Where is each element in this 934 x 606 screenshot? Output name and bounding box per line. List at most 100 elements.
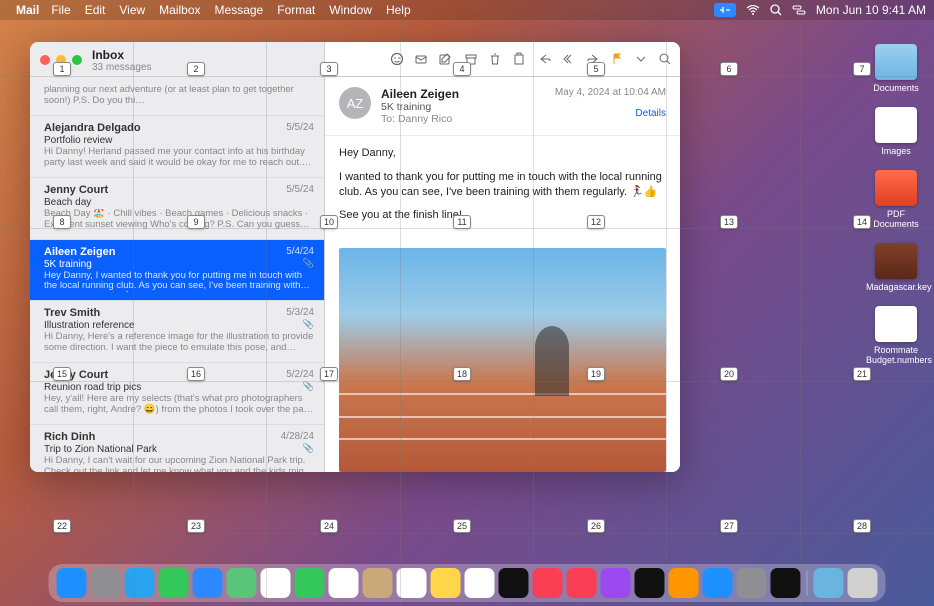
dock-settings-icon[interactable] bbox=[737, 568, 767, 598]
dock-news-icon[interactable] bbox=[567, 568, 597, 598]
menu-item-format[interactable]: Format bbox=[277, 3, 315, 17]
dock-facetime-icon[interactable] bbox=[295, 568, 325, 598]
message-row[interactable]: Rich Dinh4/28/24📎Trip to Zion National P… bbox=[30, 425, 324, 472]
attachment-icon: 📎 bbox=[303, 443, 314, 454]
dock-iphone-icon[interactable] bbox=[771, 568, 801, 598]
message-attachment-image[interactable] bbox=[339, 248, 666, 472]
dock-freeform-icon[interactable] bbox=[465, 568, 495, 598]
desktop-icon-madagascar-key[interactable]: Madagascar.key bbox=[866, 243, 926, 292]
dock-calendar-icon[interactable] bbox=[329, 568, 359, 598]
dock-launchpad-icon[interactable] bbox=[91, 568, 121, 598]
app-name[interactable]: Mail bbox=[16, 3, 39, 17]
dock-tv-icon[interactable] bbox=[499, 568, 529, 598]
search-icon[interactable] bbox=[770, 4, 782, 16]
attachment-icon: 📎 bbox=[303, 258, 314, 269]
search-button[interactable] bbox=[658, 52, 672, 66]
wifi-icon[interactable] bbox=[746, 5, 760, 15]
desktop-icon-images[interactable]: Images bbox=[866, 107, 926, 156]
to-name: Danny Rico bbox=[398, 113, 452, 125]
message-list-pane: Inbox 33 messages planning our next adve… bbox=[30, 42, 325, 472]
desktop-icon-roommate-budget-numbers[interactable]: Roommate Budget.numbers bbox=[866, 306, 926, 365]
message-row[interactable]: planning our next adventure (or at least… bbox=[30, 78, 324, 116]
reader-subject: 5K training bbox=[381, 101, 545, 113]
msg-preview: planning our next adventure (or at least… bbox=[44, 85, 314, 107]
message-body: Hey Danny, I wanted to thank you for putt… bbox=[325, 136, 680, 242]
control-toggles-icon[interactable] bbox=[792, 5, 806, 15]
menu-item-help[interactable]: Help bbox=[386, 3, 411, 17]
desktop-icon-label: Documents bbox=[866, 83, 926, 93]
reader-pane: AZ Aileen Zeigen 5K training To: Danny R… bbox=[325, 42, 680, 472]
desktop-icon-documents[interactable]: Documents bbox=[866, 44, 926, 93]
message-header: AZ Aileen Zeigen 5K training To: Danny R… bbox=[325, 77, 680, 136]
inbox-title: Inbox bbox=[92, 48, 151, 62]
minimize-button[interactable] bbox=[56, 55, 66, 65]
dock-music-icon[interactable] bbox=[533, 568, 563, 598]
close-button[interactable] bbox=[40, 55, 50, 65]
msg-date: 5/5/24 bbox=[286, 122, 314, 133]
message-row[interactable]: Trev Smith5/3/24📎Illustration referenceH… bbox=[30, 301, 324, 363]
message-row[interactable]: Jenny Court5/2/24📎Reunion road trip pics… bbox=[30, 363, 324, 425]
msg-subject: 5K training bbox=[44, 259, 314, 270]
more-button[interactable] bbox=[634, 52, 648, 66]
msg-subject: Portfolio review bbox=[44, 135, 314, 146]
msg-date: 5/3/24 bbox=[286, 307, 314, 318]
dock-mail-icon[interactable] bbox=[193, 568, 223, 598]
attachment-icon: 📎 bbox=[303, 319, 314, 330]
dock-reminders-icon[interactable] bbox=[397, 568, 427, 598]
dock-photos-icon[interactable] bbox=[261, 568, 291, 598]
zoom-button[interactable] bbox=[72, 55, 82, 65]
dock-appstore-icon[interactable] bbox=[703, 568, 733, 598]
reply-button[interactable] bbox=[538, 52, 552, 66]
msg-subject: Beach day bbox=[44, 197, 314, 208]
message-row[interactable]: Aileen Zeigen5/4/24📎5K trainingHey Danny… bbox=[30, 240, 324, 302]
trash-button[interactable] bbox=[488, 52, 502, 66]
dock-podcasts-icon[interactable] bbox=[601, 568, 631, 598]
dock-safari-icon[interactable] bbox=[125, 568, 155, 598]
menu-item-file[interactable]: File bbox=[51, 3, 70, 17]
grid-number-28: 28 bbox=[853, 519, 871, 533]
dock-pages-icon[interactable] bbox=[669, 568, 699, 598]
details-link[interactable]: Details bbox=[555, 108, 666, 119]
body-paragraph: Hey Danny, bbox=[339, 146, 666, 161]
desktop-icon-pdf-documents[interactable]: PDF Documents bbox=[866, 170, 926, 229]
message-row[interactable]: Jenny Court5/5/24Beach dayBeach Day 🏖️ ·… bbox=[30, 178, 324, 240]
flag-button[interactable] bbox=[610, 52, 624, 66]
reply-all-button[interactable] bbox=[562, 52, 576, 66]
dock-stocks-icon[interactable] bbox=[635, 568, 665, 598]
emoji-button[interactable] bbox=[390, 52, 404, 66]
archive-button[interactable] bbox=[464, 52, 478, 66]
to-label: To: bbox=[381, 113, 395, 125]
body-paragraph: I wanted to thank you for putting me in … bbox=[339, 170, 666, 201]
dock-downloads-icon[interactable] bbox=[814, 568, 844, 598]
dock bbox=[49, 564, 886, 602]
clock[interactable]: Mon Jun 10 9:41 AM bbox=[816, 3, 926, 17]
grid-number-20: 20 bbox=[720, 367, 738, 381]
junk-button[interactable] bbox=[512, 52, 526, 66]
grid-number-13: 13 bbox=[720, 215, 738, 229]
menu-item-mailbox[interactable]: Mailbox bbox=[159, 3, 200, 17]
msg-preview: Hey Danny, I wanted to thank you for put… bbox=[44, 271, 314, 293]
msg-subject: Trip to Zion National Park bbox=[44, 444, 314, 455]
mail-window: Inbox 33 messages planning our next adve… bbox=[30, 42, 680, 472]
dock-messages-icon[interactable] bbox=[159, 568, 189, 598]
msg-date: 5/2/24 bbox=[286, 369, 314, 380]
control-center-icon[interactable] bbox=[714, 3, 736, 17]
forward-button[interactable] bbox=[586, 52, 600, 66]
msg-from: Alejandra Delgado bbox=[44, 122, 314, 134]
dock-maps-icon[interactable] bbox=[227, 568, 257, 598]
dock-contacts-icon[interactable] bbox=[363, 568, 393, 598]
menu-item-edit[interactable]: Edit bbox=[85, 3, 106, 17]
grid-number-26: 26 bbox=[587, 519, 605, 533]
dock-finder-icon[interactable] bbox=[57, 568, 87, 598]
message-row[interactable]: Alejandra Delgado5/5/24Portfolio reviewH… bbox=[30, 116, 324, 178]
dock-notes-icon[interactable] bbox=[431, 568, 461, 598]
menu-item-message[interactable]: Message bbox=[215, 3, 264, 17]
edit-button[interactable] bbox=[438, 52, 452, 66]
compose-button[interactable] bbox=[414, 52, 428, 66]
message-list: planning our next adventure (or at least… bbox=[30, 78, 324, 472]
desktop-icon-label: Images bbox=[866, 146, 926, 156]
dock-trash-icon[interactable] bbox=[848, 568, 878, 598]
msg-from: Jenny Court bbox=[44, 369, 314, 381]
menu-item-view[interactable]: View bbox=[119, 3, 145, 17]
menu-item-window[interactable]: Window bbox=[329, 3, 372, 17]
